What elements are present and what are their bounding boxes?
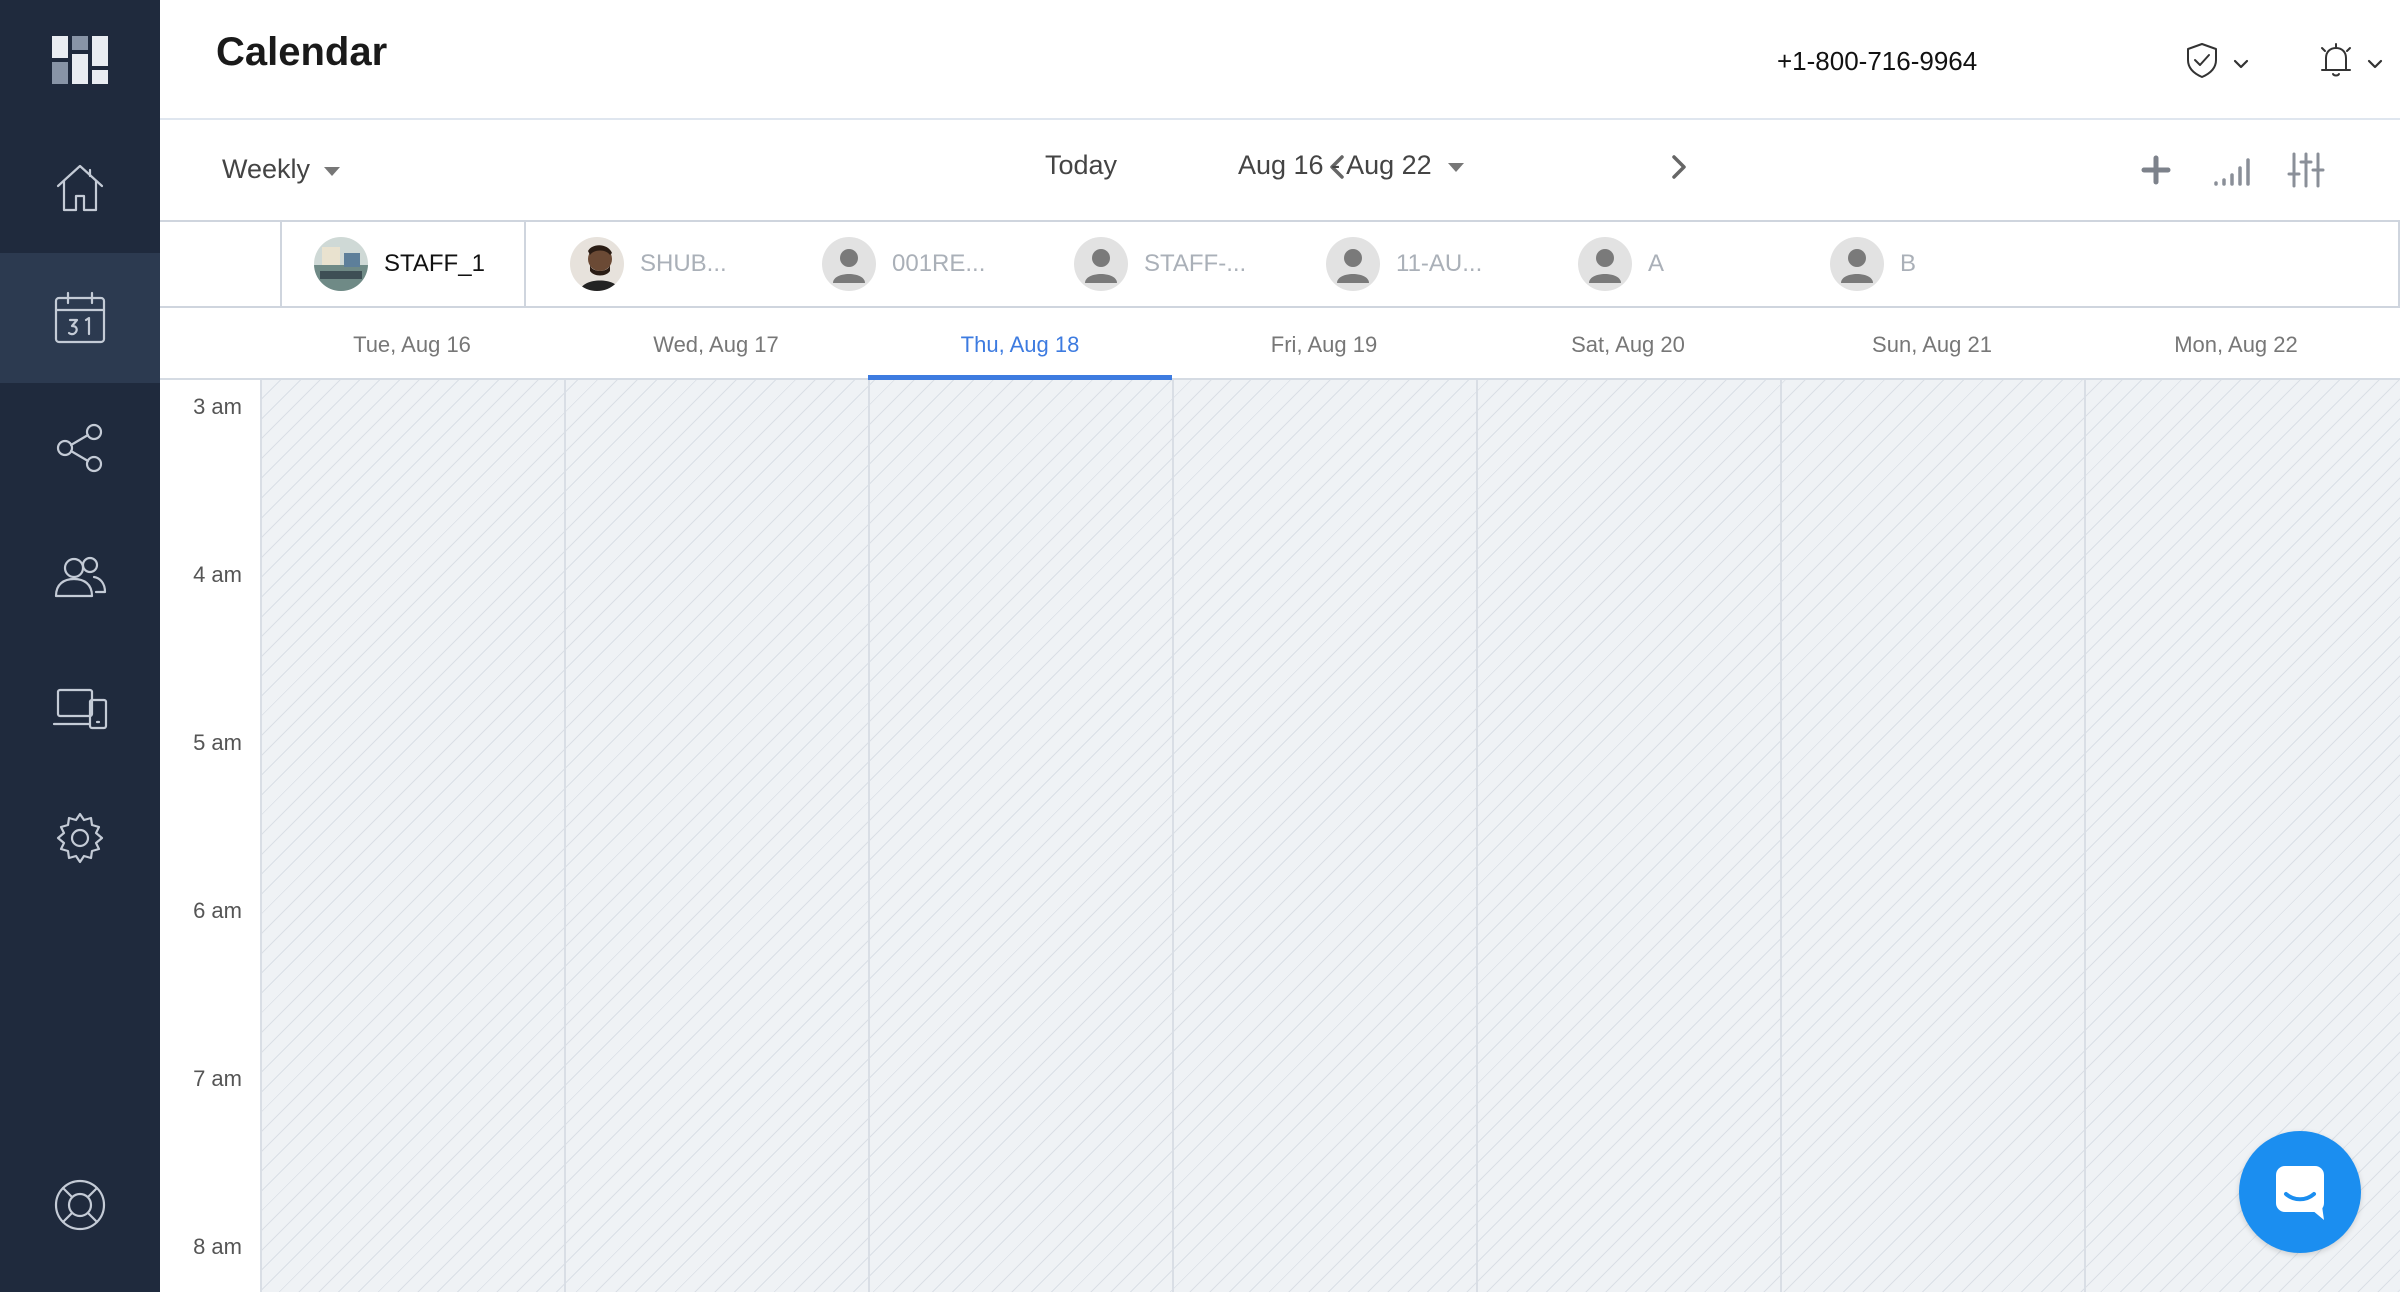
day-header-fri[interactable]: Fri, Aug 19 [1172,332,1476,358]
calendar-grid: 3 am 4 am 5 am 6 am 7 am 8 am [160,380,2400,1292]
chevron-down-icon [2367,59,2383,69]
view-mode-label: Weekly [222,154,311,184]
sidebar [0,0,160,1292]
caret-down-icon [324,166,341,176]
sidebar-item-customers[interactable] [0,513,160,643]
calendar-icon [54,291,106,344]
staff-name: 001RE... [892,250,986,277]
default-avatar-icon [1074,237,1128,291]
day-columns [260,380,2400,1292]
staff-tab-6[interactable]: A [1578,222,1664,306]
day-column-sat[interactable] [1476,380,1780,1292]
staff-name: B [1900,250,1917,277]
time-label: 6 am [193,898,242,923]
bell-icon [2321,43,2351,77]
day-header-sat[interactable]: Sat, Aug 20 [1476,332,1780,358]
time-label: 3 am [193,394,242,419]
shield-check-icon [2187,43,2217,78]
sidebar-item-share[interactable] [0,383,160,513]
home-icon [56,164,104,212]
day-column-mon[interactable] [2084,380,2400,1292]
avatar [314,237,368,291]
default-avatar-icon [1578,237,1632,291]
staff-name: 11-AU... [1396,250,1483,277]
next-week-button[interactable] [1664,150,1694,184]
staff-tab-5[interactable]: 11-AU... [1326,222,1482,306]
signal-bars-icon [2214,158,2250,186]
top-header: Calendar +1-800-716-9964 [160,0,2400,120]
day-header-sun[interactable]: Sun, Aug 21 [1780,332,2084,358]
staff-name: STAFF-... [1144,250,1247,277]
day-column-sun[interactable] [1780,380,2084,1292]
add-appointment-button[interactable] [2134,148,2178,192]
time-label: 8 am [193,1234,242,1259]
date-range-label: Aug 16 - Aug 22 [1238,150,1432,180]
plus-icon [2141,155,2171,185]
view-mode-dropdown[interactable]: Weekly [222,154,341,185]
sidebar-item-home[interactable] [0,123,160,253]
today-button[interactable]: Today [1045,150,1117,181]
lifebuoy-icon [54,1179,106,1231]
avatar [570,237,624,291]
staff-tab-7[interactable]: B [1830,222,1916,306]
day-column-wed[interactable] [564,380,868,1292]
staff-name: STAFF_1 [384,250,485,277]
chevron-right-icon [1672,155,1686,179]
devices-icon [52,688,108,730]
staff-tab-4[interactable]: STAFF-... [1074,222,1246,306]
page-title: Calendar [216,30,388,74]
day-column-tue[interactable] [260,380,564,1292]
security-menu-button[interactable] [2182,36,2250,84]
staff-tab-3[interactable]: 001RE... [822,222,985,306]
staff-name: A [1648,250,1665,277]
gear-icon [56,812,104,864]
zoom-level-button[interactable] [2210,148,2254,192]
date-range-dropdown[interactable]: Aug 16 - Aug 22 [1238,150,1464,181]
caret-down-icon [1447,162,1464,172]
calendar-toolbar: Weekly Today Aug 16 - Aug 22 [160,122,2400,220]
sliders-icon [2287,152,2325,188]
filter-settings-button[interactable] [2284,148,2328,192]
time-label: 5 am [193,730,242,755]
week-day-header: Tue, Aug 16 Wed, Aug 17 Thu, Aug 18 Fri,… [160,308,2400,380]
app-logo[interactable] [0,0,160,120]
staff-tab-1[interactable]: STAFF_1 [314,222,485,306]
day-column-fri[interactable] [1172,380,1476,1292]
staff-row-spacer [160,222,282,306]
day-header-mon[interactable]: Mon, Aug 22 [2084,332,2388,358]
users-icon [54,556,107,598]
staff-tab-2[interactable]: SHUB... [570,222,727,306]
sidebar-item-settings[interactable] [0,773,160,903]
sidebar-item-calendar[interactable] [0,253,160,383]
staff-selector: STAFF_1 SHUB... 001RE... STAFF-... 11-AU… [160,220,2400,308]
logo-icon [52,36,108,84]
time-label: 4 am [193,562,242,587]
default-avatar-icon [1326,237,1380,291]
day-header-tue[interactable]: Tue, Aug 16 [260,332,564,358]
default-avatar-icon [822,237,876,291]
day-header-thu[interactable]: Thu, Aug 18 [868,332,1172,358]
sidebar-item-devices[interactable] [0,643,160,773]
chevron-down-icon [2233,59,2249,69]
chat-launcher-button[interactable] [2239,1131,2361,1253]
share-icon [56,423,103,473]
default-avatar-icon [1830,237,1884,291]
notifications-button[interactable] [2316,36,2384,84]
day-header-wed[interactable]: Wed, Aug 17 [564,332,868,358]
chat-icon [2276,1166,2324,1220]
day-column-thu[interactable] [868,380,1172,1292]
time-column: 3 am 4 am 5 am 6 am 7 am 8 am [160,380,260,1292]
time-label: 7 am [193,1066,242,1091]
sidebar-item-help[interactable] [0,1140,160,1270]
support-phone[interactable]: +1-800-716-9964 [1777,46,1977,77]
staff-name: SHUB... [640,250,727,277]
